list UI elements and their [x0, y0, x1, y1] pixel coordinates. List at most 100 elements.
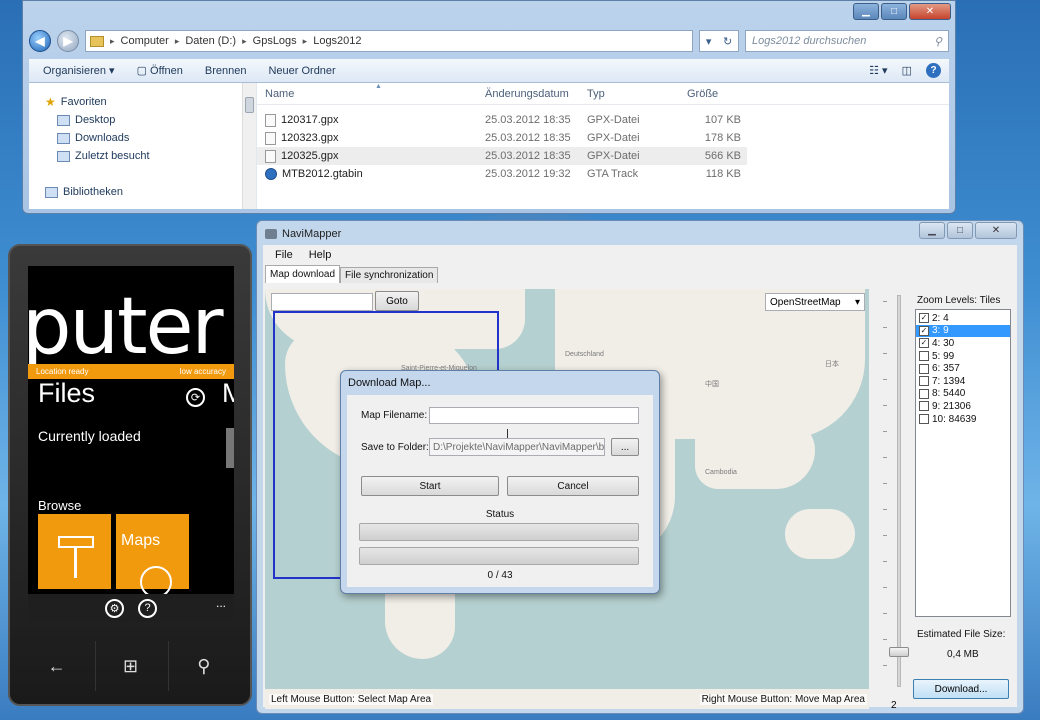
column-name[interactable]: Name — [257, 88, 477, 100]
refresh-icon[interactable]: ↻ — [723, 35, 732, 48]
scroll-thumb[interactable] — [245, 97, 254, 113]
tile-signpost[interactable] — [38, 514, 111, 589]
zoom-level-item[interactable]: 7: 1394 — [916, 375, 1010, 388]
column-type[interactable]: Typ — [579, 88, 679, 100]
checkbox[interactable]: ✓ — [919, 325, 929, 336]
column-size[interactable]: Größe — [679, 88, 745, 100]
goto-button[interactable]: Goto — [375, 291, 419, 311]
new-folder-button[interactable]: Neuer Ordner — [268, 65, 335, 77]
nav-scrollbar[interactable] — [242, 83, 256, 209]
chevron-right-icon: ▸ — [110, 35, 115, 46]
history-dropdown-icon[interactable]: ▾ — [706, 35, 712, 48]
zoom-level-label: 7: 1394 — [932, 375, 966, 387]
burn-button[interactable]: Brennen — [205, 65, 247, 77]
help-icon[interactable]: ? — [926, 63, 941, 78]
checkbox[interactable] — [919, 363, 929, 374]
chevron-right-icon: ▸ — [242, 35, 247, 46]
tile-maps[interactable]: Maps — [116, 514, 189, 598]
section-title: Files — [38, 378, 96, 408]
tile-maps-label: Maps — [121, 532, 161, 549]
sort-caret-icon: ▲ — [375, 83, 382, 90]
maximize-icon[interactable]: □ — [947, 222, 973, 239]
close-icon[interactable]: ✕ — [975, 222, 1017, 239]
estimated-size-label: Estimated File Size: — [917, 629, 1006, 640]
nav-item-downloads[interactable]: Downloads — [29, 129, 256, 147]
file-icon — [265, 113, 276, 127]
zoom-level-label: 9: 21306 — [932, 400, 971, 412]
checkbox[interactable] — [919, 351, 929, 362]
next-section-peek[interactable]: M — [222, 378, 234, 409]
checkbox[interactable]: ✓ — [919, 338, 929, 349]
organize-menu[interactable]: Organisieren ▾ — [43, 64, 115, 77]
breadcrumb-item[interactable]: Computer — [121, 35, 169, 47]
maximize-icon[interactable]: □ — [881, 3, 907, 20]
file-row[interactable]: MTB2012.gtabin 25.03.2012 19:32 GTA Trac… — [257, 165, 949, 183]
nav-libraries[interactable]: Bibliotheken — [29, 183, 256, 201]
file-name: 120317.gpx — [281, 114, 339, 126]
breadcrumb-item[interactable]: GpsLogs — [253, 35, 297, 47]
hint-right-mouse: Right Mouse Button: Move Map Area — [699, 694, 867, 705]
tab-file-synchronization[interactable]: File synchronization — [340, 267, 439, 283]
zoom-level-item[interactable]: 8: 5440 — [916, 388, 1010, 401]
search-icon[interactable]: ⚲ — [168, 641, 238, 691]
zoom-level-item[interactable]: ✓ 2: 4 — [916, 312, 1010, 325]
zoom-level-item[interactable]: 9: 21306 — [916, 400, 1010, 413]
file-size: 118 KB — [705, 168, 741, 180]
nav-item-desktop[interactable]: Desktop — [29, 111, 256, 129]
minimize-icon[interactable]: ▁ — [919, 222, 945, 239]
checkbox[interactable] — [919, 376, 929, 387]
forward-arrow-icon[interactable]: ▶ — [57, 30, 79, 52]
address-bar[interactable]: ▸ Computer ▸ Daten (D:) ▸ GpsLogs ▸ Logs… — [85, 30, 693, 52]
file-row[interactable]: 120323.gpx 25.03.2012 18:35 GPX-Datei 17… — [257, 129, 949, 147]
tab-map-download[interactable]: Map download — [265, 265, 341, 283]
file-date: 25.03.2012 18:35 — [485, 150, 571, 162]
file-row[interactable]: 120317.gpx 25.03.2012 18:35 GPX-Datei 10… — [257, 111, 949, 129]
column-date[interactable]: Änderungsdatum — [477, 88, 579, 100]
checkbox[interactable] — [919, 414, 929, 425]
minimize-icon[interactable]: ▁ — [853, 3, 879, 20]
download-button[interactable]: Download... — [913, 679, 1009, 699]
save-folder-input[interactable]: D:\Projekte\NaviMapper\NaviMapper\bin\ — [429, 438, 605, 456]
map-place-label: Cambodia — [705, 469, 737, 476]
cancel-button[interactable]: Cancel — [507, 476, 639, 496]
close-icon[interactable]: ✕ — [909, 3, 951, 20]
browse-folder-button[interactable]: ... — [611, 438, 639, 456]
open-button[interactable]: ▢ Öffnen — [137, 64, 183, 77]
map-filename-input[interactable] — [429, 407, 639, 424]
nav-item-recent[interactable]: Zuletzt besucht — [29, 147, 256, 165]
zoom-level-item[interactable]: ✓ 3: 9 — [916, 324, 1010, 338]
search-input[interactable]: Logs2012 durchsuchen ⚲ — [745, 30, 949, 52]
zoom-level-item[interactable]: ✓ 4: 30 — [916, 337, 1010, 350]
preview-pane-icon[interactable]: ◫ — [902, 64, 912, 77]
more-dots[interactable]: ... — [216, 596, 226, 610]
recent-places-icon — [57, 150, 70, 162]
breadcrumb-item[interactable]: Daten (D:) — [185, 35, 236, 47]
settings-icon[interactable]: ⚙ — [105, 598, 124, 618]
nav-favorites[interactable]: ★ Favoriten — [29, 93, 256, 111]
zoom-level-label: 4: 30 — [932, 337, 955, 349]
start-button[interactable]: Start — [361, 476, 499, 496]
zoom-slider-thumb[interactable] — [889, 647, 909, 657]
goto-input[interactable] — [271, 293, 373, 311]
zoom-slider[interactable] — [897, 295, 901, 687]
help-icon[interactable]: ? — [138, 598, 157, 618]
view-options-icon[interactable]: ☷ ▾ — [869, 64, 887, 77]
zoom-level-item[interactable]: 6: 357 — [916, 362, 1010, 375]
checkbox[interactable] — [919, 401, 929, 412]
zoom-level-item[interactable]: 10: 84639 — [916, 413, 1010, 426]
back-arrow-icon[interactable]: ← — [22, 641, 92, 691]
zoom-levels-label: Zoom Levels: Tiles — [917, 295, 1001, 306]
windows-start-icon[interactable]: ⊞ — [94, 641, 165, 691]
sync-icon[interactable]: ⟳ — [186, 388, 205, 407]
checkbox[interactable] — [919, 388, 929, 399]
dialog-title: Download Map... — [348, 377, 431, 389]
zoom-level-item[interactable]: 5: 99 — [916, 350, 1010, 363]
breadcrumb-item[interactable]: Logs2012 — [313, 35, 361, 47]
back-arrow-icon[interactable]: ◀ — [29, 30, 51, 52]
map-provider-select[interactable]: OpenStreetMap ▾ — [765, 293, 865, 311]
gta-file-icon — [265, 168, 277, 180]
menu-file[interactable]: File — [275, 249, 293, 261]
menu-help[interactable]: Help — [309, 249, 332, 261]
file-row[interactable]: 120325.gpx 25.03.2012 18:35 GPX-Datei 56… — [257, 147, 747, 165]
checkbox[interactable]: ✓ — [919, 313, 929, 324]
